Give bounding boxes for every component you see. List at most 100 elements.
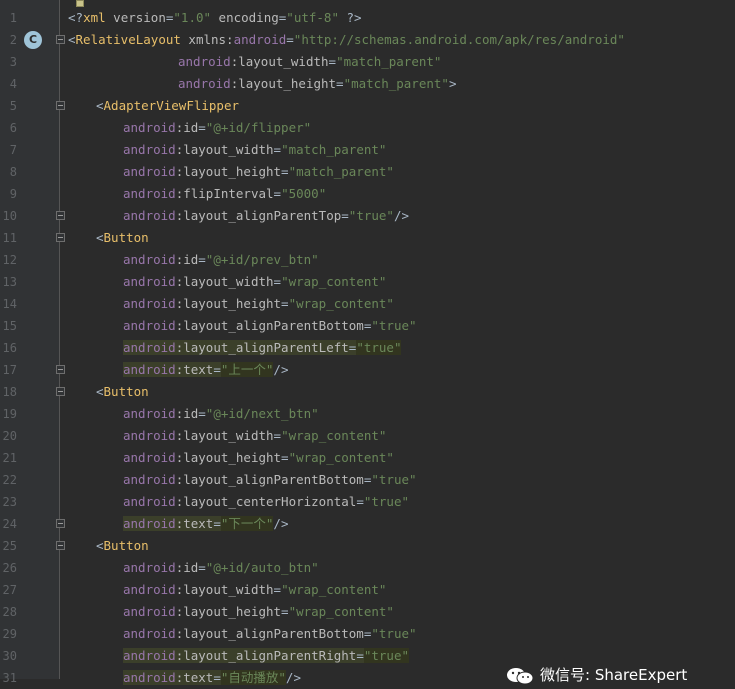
- token-tag: Button: [103, 230, 149, 245]
- token-attr: :id: [175, 406, 199, 421]
- token-attr: version: [113, 10, 166, 25]
- token-attr: :layout_alignParentRight: [175, 648, 357, 663]
- token-val: "match_parent": [288, 164, 394, 179]
- code-line[interactable]: 24 android:text="下一个"/>: [0, 513, 735, 535]
- line-number: 4: [9, 77, 17, 91]
- fold-collapse-icon[interactable]: [56, 35, 65, 44]
- code-text: android:layout_height="match_parent">: [178, 73, 456, 95]
- fold-end-icon[interactable]: [56, 519, 65, 528]
- line-number: 10: [2, 209, 17, 223]
- line-number: 19: [2, 407, 17, 421]
- token-val: "下一个": [220, 516, 274, 531]
- code-text: android:layout_centerHorizontal="true": [123, 491, 409, 513]
- token-attr: :layout_width: [230, 54, 329, 69]
- fold-collapse-icon[interactable]: [56, 541, 65, 550]
- fold-end-icon[interactable]: [56, 211, 65, 220]
- watermark-text: 微信号: ShareExpert: [540, 666, 688, 684]
- token-val: "@+id/next_btn": [205, 406, 319, 421]
- class-marker-icon[interactable]: C: [24, 31, 42, 49]
- token-pun: =: [281, 164, 289, 179]
- token-pun: =: [281, 296, 289, 311]
- code-text: android:text="下一个"/>: [123, 513, 288, 535]
- code-text: android:layout_height="wrap_content": [123, 601, 394, 623]
- token-pun: =: [273, 582, 282, 597]
- code-line[interactable]: 15 android:layout_alignParentBottom="true…: [0, 315, 735, 337]
- code-line[interactable]: 16 android:layout_alignParentLeft="true": [0, 337, 735, 359]
- token-val: "@+id/flipper": [205, 120, 312, 135]
- code-text: android:text="上一个"/>: [123, 359, 288, 381]
- code-line[interactable]: 3 android:layout_width="match_parent": [0, 51, 735, 73]
- code-line[interactable]: 8 android:layout_height="match_parent": [0, 161, 735, 183]
- caret-marker: [76, 0, 84, 7]
- token-val: "true": [363, 494, 409, 509]
- code-line[interactable]: 28 android:layout_height="wrap_content": [0, 601, 735, 623]
- token-attr: :layout_alignParentBottom: [175, 472, 364, 487]
- code-line[interactable]: 17 android:text="上一个"/>: [0, 359, 735, 381]
- token-ns: android: [123, 296, 176, 311]
- code-line[interactable]: 14 android:layout_height="wrap_content": [0, 293, 735, 315]
- fold-end-icon[interactable]: [56, 365, 65, 374]
- line-number: 7: [9, 143, 17, 157]
- fold-collapse-icon[interactable]: [56, 233, 65, 242]
- code-line[interactable]: 25 <Button: [0, 535, 735, 557]
- fold-collapse-icon[interactable]: [56, 387, 65, 396]
- code-text: android:layout_alignParentLeft="true": [123, 337, 402, 359]
- code-line[interactable]: 18 <Button: [0, 381, 735, 403]
- token-val: "match_parent": [281, 142, 387, 157]
- code-text: android:layout_alignParentBottom="true": [123, 623, 417, 645]
- fold-collapse-icon[interactable]: [56, 101, 65, 110]
- code-line[interactable]: 26 android:id="@+id/auto_btn": [0, 557, 735, 579]
- line-number: 9: [9, 187, 17, 201]
- token-pun: <?: [68, 10, 84, 25]
- token-attr: :text: [175, 670, 214, 685]
- token-pun: =: [273, 186, 282, 201]
- code-line[interactable]: 21 android:layout_height="wrap_content": [0, 447, 735, 469]
- token-ns: android: [123, 164, 176, 179]
- token-pun: =: [281, 450, 289, 465]
- token-ns: android: [123, 428, 176, 443]
- token-ns: android: [123, 560, 176, 575]
- code-text: <Button: [96, 227, 149, 249]
- code-line[interactable]: 1 <?xml version="1.0" encoding="utf-8" ?>: [0, 7, 735, 29]
- token-pun: =: [336, 76, 344, 91]
- token-pun: />: [393, 208, 410, 223]
- code-line[interactable]: 5 <AdapterViewFlipper: [0, 95, 735, 117]
- token-val: "wrap_content": [281, 274, 387, 289]
- code-text: <AdapterViewFlipper: [96, 95, 239, 117]
- code-line[interactable]: 10 android:layout_alignParentTop="true"/>: [0, 205, 735, 227]
- token-pun: =: [356, 494, 364, 509]
- code-line[interactable]: 11 <Button: [0, 227, 735, 249]
- code-line[interactable]: 13 android:layout_width="wrap_content": [0, 271, 735, 293]
- token-ns: android: [123, 186, 176, 201]
- code-line[interactable]: 6 android:id="@+id/flipper": [0, 117, 735, 139]
- code-line[interactable]: 27 android:layout_width="wrap_content": [0, 579, 735, 601]
- code-line[interactable]: 20 android:layout_width="wrap_content": [0, 425, 735, 447]
- code-line[interactable]: 7 android:layout_width="match_parent": [0, 139, 735, 161]
- token-pun: />: [273, 516, 289, 531]
- token-ns: android: [123, 252, 176, 267]
- code-line[interactable]: 29 android:layout_alignParentBottom="true…: [0, 623, 735, 645]
- token-ns: android: [123, 362, 176, 377]
- token-pun: <: [68, 32, 76, 47]
- code-line[interactable]: 23 android:layout_centerHorizontal="true": [0, 491, 735, 513]
- code-lines[interactable]: 1 <?xml version="1.0" encoding="utf-8" ?>…: [0, 7, 735, 689]
- code-line[interactable]: 9 android:flipInterval="5000": [0, 183, 735, 205]
- token-attr: :text: [175, 516, 214, 531]
- token-attr: :layout_height: [230, 76, 337, 91]
- code-text: android:text="自动播放"/>: [123, 667, 301, 689]
- token-tag: Button: [103, 384, 149, 399]
- token-val: "wrap_content": [288, 604, 394, 619]
- code-editor[interactable]: 1 <?xml version="1.0" encoding="utf-8" ?>…: [0, 0, 735, 685]
- code-line[interactable]: 19 android:id="@+id/next_btn": [0, 403, 735, 425]
- token-attr: :layout_height: [175, 296, 282, 311]
- code-line[interactable]: 2 C <RelativeLayout xmlns:android="http://…: [0, 29, 735, 51]
- token-ns: android: [178, 54, 231, 69]
- code-line[interactable]: 12 android:id="@+id/prev_btn": [0, 249, 735, 271]
- code-line[interactable]: 22 android:layout_alignParentBottom="true…: [0, 469, 735, 491]
- code-text: android:layout_alignParentBottom="true": [123, 315, 417, 337]
- code-line[interactable]: 4 android:layout_height="match_parent">: [0, 73, 735, 95]
- line-number: 18: [2, 385, 17, 399]
- token-tag: xml: [83, 10, 114, 25]
- token-pun: =: [341, 208, 349, 223]
- token-ns: android: [123, 318, 176, 333]
